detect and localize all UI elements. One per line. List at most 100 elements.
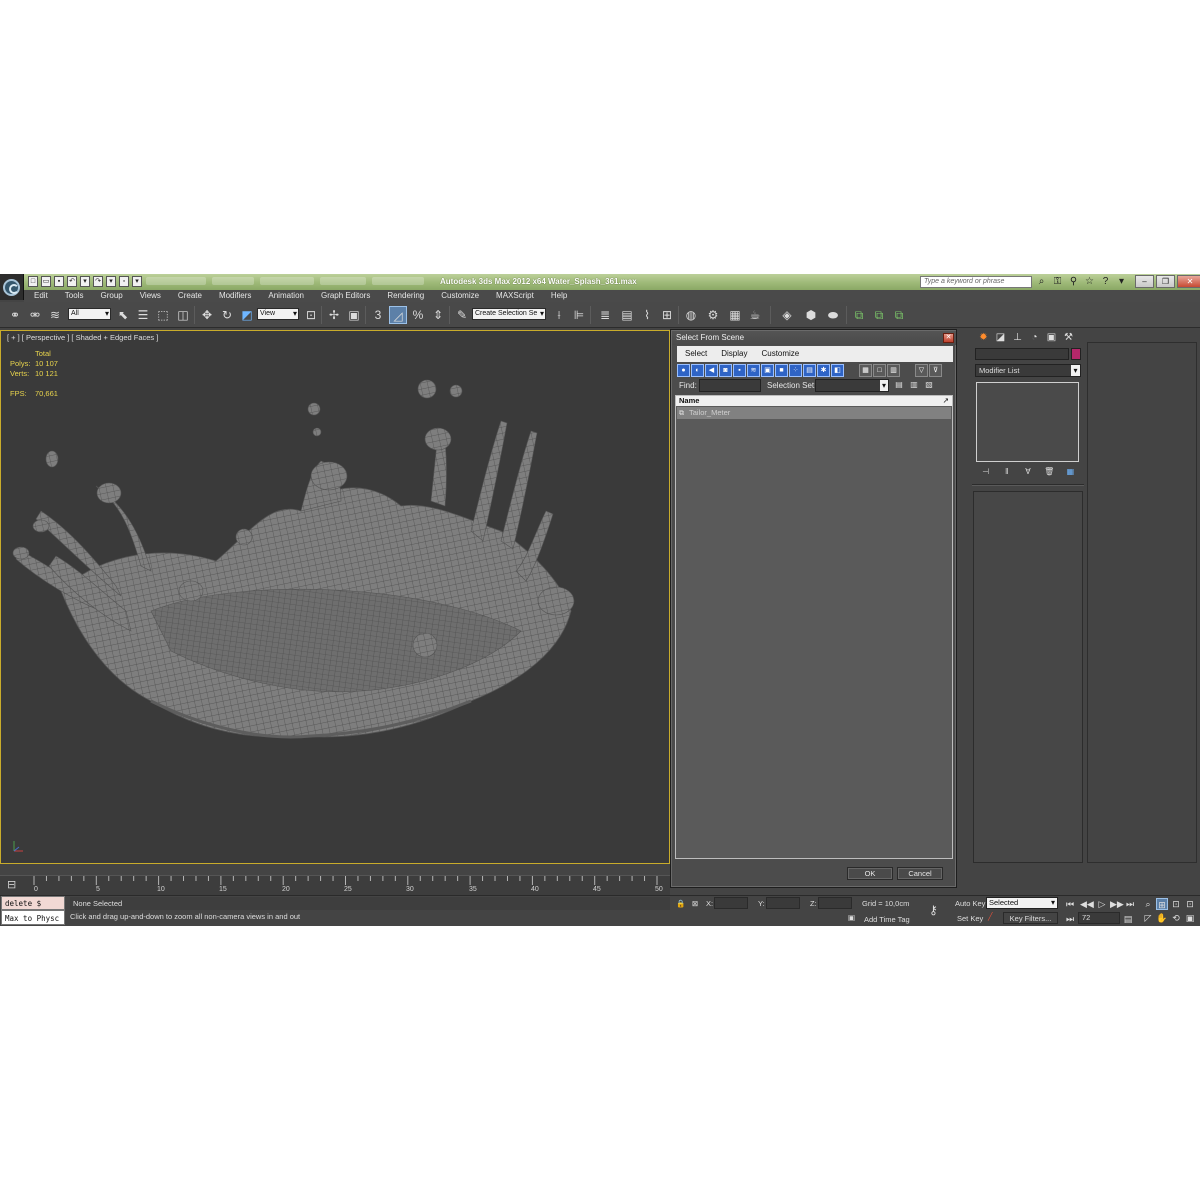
menu-create[interactable]: Create [168,290,209,302]
open-icon[interactable]: ▭ [41,276,51,287]
time-slider-track[interactable]: ⊟ 0 5 10 15 20 25 30 35 40 45 50 [0,875,670,895]
list-item[interactable]: ⧉ Tailor_Meter [677,407,951,419]
menu-views[interactable]: Views [130,290,168,302]
y-coordinate-field[interactable] [766,897,800,909]
display-hidden-icon[interactable]: ◧ [831,364,844,377]
new-icon[interactable]: □ [28,276,38,287]
manipulate-icon[interactable]: ✢ [325,306,343,324]
menu-rendering[interactable]: Rendering [377,290,431,302]
play-icon[interactable]: ▷ [1096,898,1108,910]
display-helpers-icon[interactable]: ▪ [733,364,746,377]
modify-tab-icon[interactable]: ◪ [993,330,1008,345]
remove-modifier-icon[interactable]: 🗑 [1043,466,1055,478]
x-coordinate-field[interactable] [714,897,748,909]
render-icon[interactable]: ☕ [746,306,764,324]
dialog-menu-select[interactable]: Select [677,346,713,362]
key-mode-dropdown[interactable]: Selected [986,897,1058,909]
auto-key-button[interactable]: Auto Key [955,899,985,908]
app-logo-icon[interactable] [0,274,24,300]
extra-tool-icon[interactable]: ⬢ [802,306,820,324]
select-all-icon[interactable]: ▤ [893,379,905,391]
display-cameras-icon[interactable]: ◙ [719,364,732,377]
display-groups-icon[interactable]: ▣ [761,364,774,377]
display-shapes-icon[interactable]: ◐ [691,364,704,377]
menu-edit[interactable]: Edit [24,290,55,302]
zoom-all-icon[interactable]: ⊞ [1156,898,1168,910]
menu-help[interactable]: Help [541,290,574,302]
help-dropdown-icon[interactable]: ▾ [1116,276,1127,287]
mini-curve-editor-icon[interactable]: ⊟ [7,879,19,891]
display-invert-icon[interactable]: ▥ [887,364,900,377]
hold-icon[interactable]: ▫ [119,276,129,287]
spinner-snap-icon[interactable]: ⇕ [429,306,447,324]
extra-tool-icon[interactable]: ⧉ [870,306,888,324]
go-to-end-icon[interactable]: ⏭ [1124,898,1136,910]
pan-icon[interactable]: ✋ [1156,912,1168,924]
align-icon[interactable]: ⊫ [570,306,588,324]
undo-icon[interactable]: ↶ [67,276,77,287]
rotate-icon[interactable]: ↻ [218,306,236,324]
minimize-icon[interactable]: – [1135,275,1154,288]
select-link-icon[interactable]: ⚭ [6,306,24,324]
filter-icon[interactable]: ▽ [915,364,928,377]
current-frame-field[interactable]: 72 [1078,912,1120,924]
rendered-frame-icon[interactable]: ▦ [726,306,744,324]
display-frozen-icon[interactable]: ✱ [817,364,830,377]
undo-dropdown-icon[interactable]: ▾ [80,276,90,287]
filter-options-icon[interactable]: ⊽ [929,364,942,377]
subscription-icon[interactable]: ⚿ [1052,276,1063,287]
zoom-extents-icon[interactable]: ⊡ [1170,898,1182,910]
qat-dropdown-icon[interactable]: ▾ [132,276,142,287]
make-unique-icon[interactable]: ∀ [1022,466,1034,478]
select-object-icon[interactable]: ⬉ [114,306,132,324]
star-icon[interactable]: ☆ [1084,276,1095,287]
keyboard-shortcut-icon[interactable]: ▣ [345,306,363,324]
render-setup-icon[interactable]: ⚙ [704,306,722,324]
utilities-tab-icon[interactable]: ⚒ [1061,330,1076,345]
zoom-extents-all-icon[interactable]: ⊡ [1184,898,1196,910]
absolute-mode-icon[interactable]: ⊠ [692,899,698,908]
material-editor-icon[interactable]: ◍ [682,306,700,324]
search-input[interactable]: Type a keyword or phrase [920,276,1032,288]
display-lights-icon[interactable]: ◀ [705,364,718,377]
maximize-viewport-icon[interactable]: ▣ [1184,912,1196,924]
scene-object-list[interactable]: Name ↗ ⧉ Tailor_Meter [675,395,953,859]
orbit-icon[interactable]: ⟲ [1170,912,1182,924]
redo-icon[interactable]: ↷ [93,276,103,287]
display-bones-icon[interactable]: ⁘ [789,364,802,377]
layer-icon[interactable]: ≣ [596,306,614,324]
binoculars-icon[interactable]: ⌕ [1036,276,1047,287]
viewport-label[interactable]: [ + ] [ Perspective ] [ Shaded + Edged F… [7,333,158,342]
ok-button[interactable]: OK [847,867,893,880]
unlink-icon[interactable]: ⚮ [26,306,44,324]
object-color-swatch[interactable] [1071,348,1081,360]
edit-named-sel-icon[interactable]: ✎ [453,306,471,324]
menu-maxscript[interactable]: MAXScript [486,290,541,302]
rect-region-icon[interactable]: ⬚ [154,306,172,324]
show-end-result-icon[interactable]: ‖ [1001,466,1013,478]
z-coordinate-field[interactable] [818,897,852,909]
select-invert-icon[interactable]: ▧ [923,379,935,391]
menu-tools[interactable]: Tools [55,290,91,302]
modifier-stack[interactable] [976,382,1079,462]
key-mode-toggle-icon[interactable]: ⏭ [1064,913,1076,925]
maxscript-listener-line1[interactable]: delete $ [1,896,65,910]
named-selection-dropdown[interactable]: Create Selection Se [472,308,546,320]
display-containers-icon[interactable]: ▤ [803,364,816,377]
percent-snap-icon[interactable]: % [409,306,427,324]
select-none-icon[interactable]: ▥ [908,379,920,391]
menu-customize[interactable]: Customize [431,290,486,302]
add-time-tag-button[interactable]: Add Time Tag [864,915,910,924]
perspective-viewport[interactable]: [ + ] [ Perspective ] [ Shaded + Edged F… [0,330,670,864]
hierarchy-tab-icon[interactable]: ⊥ [1010,330,1025,345]
mirror-icon[interactable]: ⟊ [550,306,568,324]
help-icon[interactable]: ? [1100,276,1111,287]
reference-coord-dropdown[interactable]: View [257,308,299,320]
extra-tool-icon[interactable]: ◈ [778,306,796,324]
graphite-icon[interactable]: ▤ [618,306,636,324]
maximize-icon[interactable]: ❐ [1156,275,1175,288]
set-key-button[interactable]: Set Key [957,914,983,923]
zoom-icon[interactable]: ⌕ [1142,898,1154,910]
cancel-button[interactable]: Cancel [897,867,943,880]
extra-tool-icon[interactable]: ⧉ [850,306,868,324]
